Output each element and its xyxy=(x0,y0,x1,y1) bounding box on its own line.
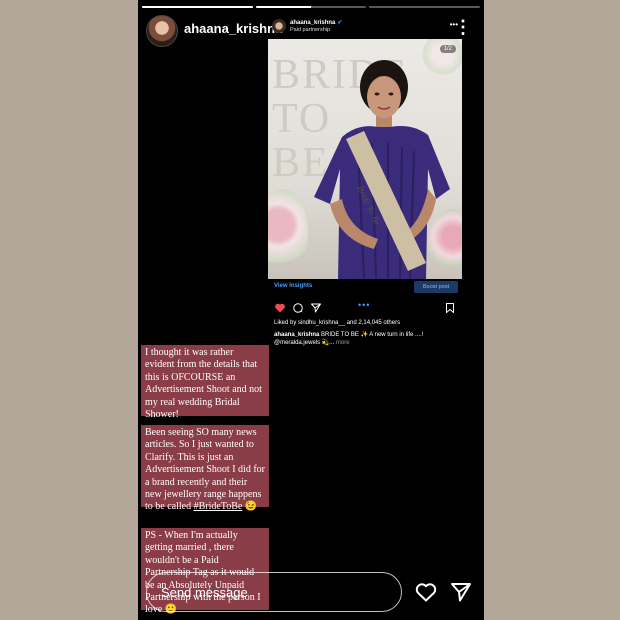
caption-line2: @meralda.jewels 💫... xyxy=(274,340,335,346)
wink-emoji: 😉 xyxy=(244,501,258,513)
save-icon xyxy=(446,303,454,313)
post-photo: BRIDE TO BE Bride To Be 1/2 xyxy=(268,39,462,279)
text-sticker-2: Been seeing SO many news articles. So I … xyxy=(141,425,269,512)
heart-filled-icon xyxy=(275,303,285,313)
photo-counter: 1/2 xyxy=(439,45,456,53)
text-sticker-2-body: Been seeing SO many news articles. So I … xyxy=(145,427,265,513)
progress-fill xyxy=(142,6,253,8)
like-heart-icon[interactable] xyxy=(414,580,438,604)
verified-badge-icon: ✔ xyxy=(337,20,343,26)
story-progress xyxy=(142,6,481,8)
caption-more: more xyxy=(335,340,350,346)
boost-post-button: Boost post xyxy=(414,281,458,293)
caption-username: ahaana_krishna xyxy=(274,332,320,338)
hashtag-link[interactable]: #BrideToBe xyxy=(194,501,243,512)
bride-figure xyxy=(314,60,450,279)
post-header: ahaana_krishna ✔ Paid partnership ••• xyxy=(268,16,462,38)
paid-partnership-label: Paid partnership xyxy=(290,27,331,33)
post-more-icon: ••• xyxy=(449,20,458,29)
progress-segment xyxy=(369,6,481,8)
text-sticker-1: I thought it was rather evident from the… xyxy=(141,345,269,420)
comment-icon xyxy=(293,303,303,313)
post-username: ahaana_krishna xyxy=(290,20,336,26)
avatar[interactable] xyxy=(146,15,178,47)
post-username-wrap: ahaana_krishna ✔ xyxy=(290,19,342,26)
likes-count: Liked by sindhu_krishna__ and 2,14,045 o… xyxy=(274,320,401,326)
carousel-dots-icon: ••• xyxy=(358,300,371,310)
post-avatar xyxy=(272,19,286,33)
caption-text: BRIDE TO BE ✨ A new turn in life ....! xyxy=(321,332,424,338)
insights-bar: View Insights Boost post xyxy=(268,280,462,294)
post-screenshot: ahaana_krishna ✔ Paid partnership ••• BRI… xyxy=(268,16,462,346)
view-insights-link: View Insights xyxy=(274,283,313,289)
progress-segment xyxy=(255,6,367,8)
share-icon xyxy=(311,303,321,313)
post-action-icons: ••• xyxy=(268,300,462,316)
progress-fill xyxy=(255,6,311,8)
send-direct-icon[interactable] xyxy=(449,580,473,604)
progress-segment xyxy=(142,6,253,8)
send-message-input[interactable]: Send message xyxy=(146,572,402,612)
send-message-placeholder: Send message xyxy=(161,585,248,600)
post-caption: ahaana_krishna BRIDE TO BE ✨ A new turn … xyxy=(274,331,458,347)
